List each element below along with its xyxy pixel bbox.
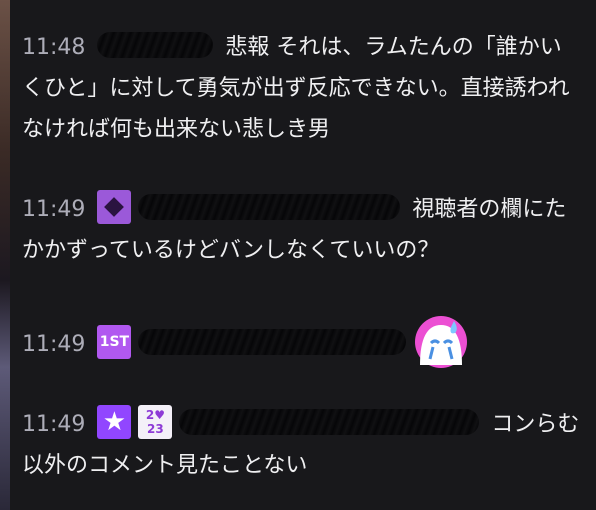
subscriber-badge-icon[interactable] bbox=[97, 190, 132, 224]
first-badge-label: 1ST bbox=[99, 334, 130, 350]
year-2023-badge-icon[interactable]: 2♥ 23 bbox=[138, 405, 173, 439]
message-timestamp: 11:49 bbox=[22, 197, 86, 222]
message-timestamp: 11:49 bbox=[22, 332, 86, 357]
redacted-username bbox=[97, 32, 214, 58]
crying-emote-icon[interactable] bbox=[414, 315, 468, 369]
chat-message: 11:49 1ST bbox=[22, 315, 582, 372]
chat-message: 11:48 悲報 それは、ラムたんの「誰かいくひと」に対して勇気が出ず反応できない… bbox=[22, 27, 582, 150]
chat-message: 11:49 ★ 2♥ 23 コンらむ以外のコメント見たことない bbox=[22, 404, 582, 486]
message-timestamp: 11:48 bbox=[22, 35, 86, 60]
redacted-username bbox=[179, 409, 480, 435]
redacted-username bbox=[138, 194, 401, 220]
message-timestamp: 11:49 bbox=[22, 412, 86, 437]
redacted-username bbox=[138, 329, 407, 355]
background-video-edge bbox=[0, 0, 10, 510]
year-badge-bottom: 23 bbox=[147, 422, 164, 436]
year-badge-top: 2♥ bbox=[145, 408, 165, 422]
first-badge-icon[interactable]: 1ST bbox=[97, 325, 132, 359]
star-glyph: ★ bbox=[102, 407, 127, 437]
star-badge-icon[interactable]: ★ bbox=[97, 405, 132, 439]
chat-message: 11:49 視聴者の欄にたかかずっているけどバンしなくていいの？ bbox=[22, 189, 582, 271]
